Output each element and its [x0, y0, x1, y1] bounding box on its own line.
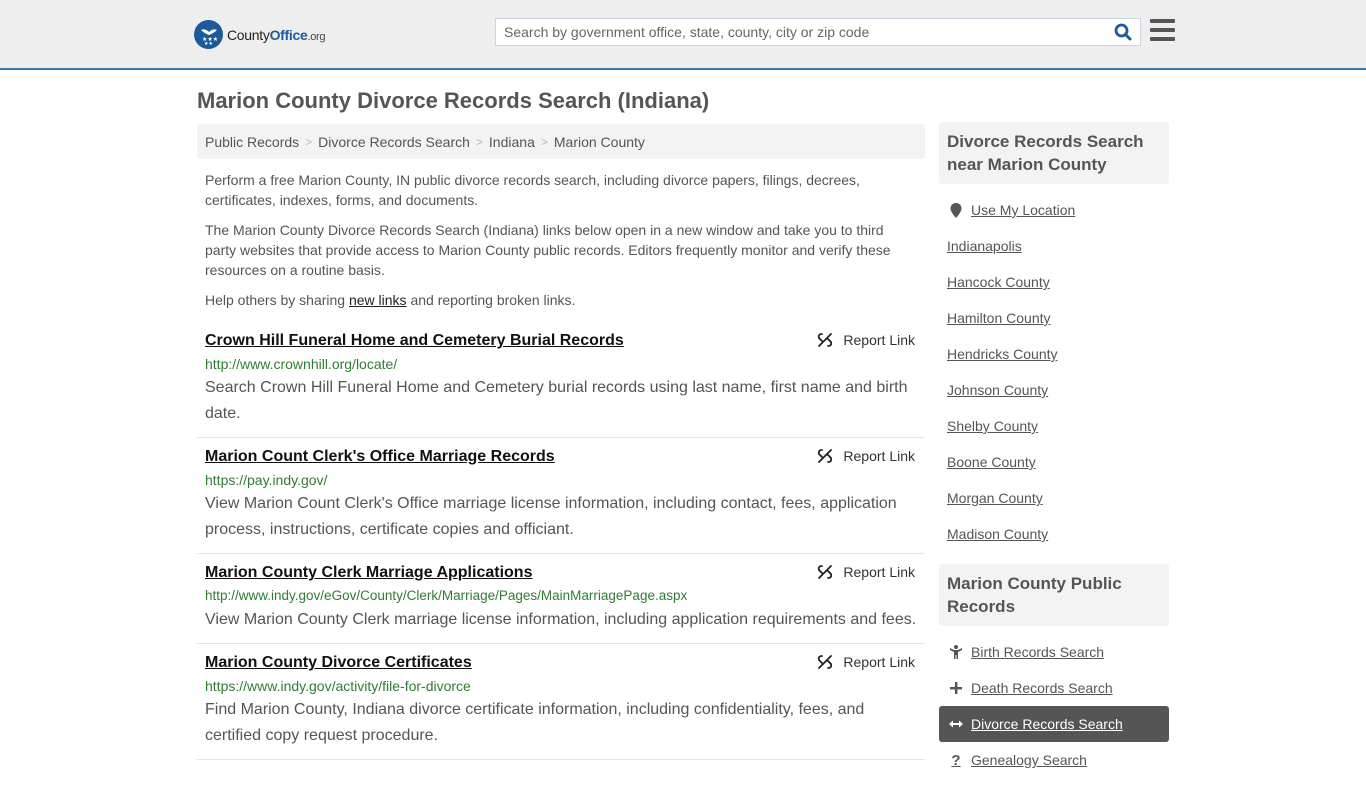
result-url[interactable]: https://www.indy.gov/activity/file-for-d… [205, 677, 917, 695]
nearby-link-johnson[interactable]: Johnson County [947, 372, 1169, 408]
intro-paragraph-3: Help others by sharing new links and rep… [205, 292, 576, 308]
nearby-link-morgan[interactable]: Morgan County [947, 480, 1169, 516]
sidebar: Divorce Records Search near Marion Count… [939, 122, 1169, 788]
breadcrumb-public-records[interactable]: Public Records [205, 134, 299, 150]
divorce-records-link[interactable]: Divorce Records Search [939, 706, 1169, 742]
result-url[interactable]: http://www.indy.gov/eGov/County/Clerk/Ma… [205, 587, 917, 605]
arrows-horizontal-icon [947, 719, 965, 729]
result-title-link[interactable]: Crown Hill Funeral Home and Cemetery Bur… [205, 332, 624, 350]
breadcrumb-marion-county[interactable]: Marion County [554, 134, 645, 150]
birth-records-link[interactable]: Birth Records Search [947, 634, 1169, 670]
intro-paragraph-1: Perform a free Marion County, IN public … [205, 172, 860, 208]
question-icon: ? [951, 751, 961, 769]
breadcrumb: Public Records > Divorce Records Search … [197, 124, 925, 159]
breadcrumb-separator: > [305, 134, 313, 149]
breadcrumb-separator: > [540, 134, 548, 149]
result-description: View Marion Count Clerk's Office marriag… [205, 495, 897, 538]
nearby-list: Use My Location Indianapolis Hancock Cou… [939, 184, 1169, 562]
broken-link-icon [818, 565, 833, 579]
result-url[interactable]: https://pay.indy.gov/ [205, 471, 917, 489]
result-item: Marion Count Clerk's Office Marriage Rec… [197, 438, 925, 554]
nearby-link-hancock[interactable]: Hancock County [947, 264, 1169, 300]
result-description: Search Crown Hill Funeral Home and Cemet… [205, 379, 908, 422]
svg-text:★★: ★★ [204, 41, 213, 46]
site-header: ★★★ ★★ CountyOffice.org [0, 0, 1366, 70]
result-item: Crown Hill Funeral Home and Cemetery Bur… [197, 326, 925, 438]
result-title-link[interactable]: Marion County Divorce Certificates [205, 654, 472, 672]
child-icon [947, 645, 965, 659]
use-my-location-link[interactable]: Use My Location [947, 192, 1169, 228]
genealogy-search-link[interactable]: ? Genealogy Search [947, 742, 1169, 778]
death-records-link[interactable]: Death Records Search [947, 670, 1169, 706]
report-link-button[interactable]: Report Link [817, 448, 915, 464]
plus-icon [947, 682, 965, 694]
new-links-link[interactable]: new links [349, 292, 407, 308]
results-list: Crown Hill Funeral Home and Cemetery Bur… [197, 326, 925, 760]
result-description: View Marion County Clerk marriage licens… [205, 611, 917, 628]
broken-link-icon [818, 655, 833, 669]
search-icon [1114, 23, 1132, 41]
search-input[interactable] [496, 19, 1106, 45]
nearby-link-indianapolis[interactable]: Indianapolis [947, 228, 1169, 264]
result-item: Marion County Clerk Marriage Application… [197, 554, 925, 644]
public-records-heading: Marion County Public Records [939, 564, 1169, 626]
site-logo[interactable]: ★★★ ★★ CountyOffice.org [194, 20, 326, 49]
nearby-link-shelby[interactable]: Shelby County [947, 408, 1169, 444]
breadcrumb-indiana[interactable]: Indiana [489, 134, 535, 150]
report-link-button[interactable]: Report Link [817, 332, 915, 348]
page-title: Marion County Divorce Records Search (In… [197, 88, 710, 113]
map-marker-icon [947, 202, 965, 218]
nearby-heading: Divorce Records Search near Marion Count… [939, 122, 1169, 184]
hamburger-menu-icon[interactable] [1150, 19, 1175, 42]
broken-link-icon [818, 333, 833, 347]
public-records-list: Birth Records Search Death Records Searc… [939, 626, 1169, 788]
result-item: Marion County Divorce Certificates Repor… [197, 644, 925, 760]
public-records-section: Marion County Public Records Birth Recor… [939, 564, 1169, 788]
eagle-stars-icon: ★★★ ★★ [194, 20, 223, 49]
nearby-link-madison[interactable]: Madison County [947, 516, 1169, 552]
nearby-link-hendricks[interactable]: Hendricks County [947, 336, 1169, 372]
intro-paragraph-2: The Marion County Divorce Records Search… [205, 222, 891, 278]
report-link-button[interactable]: Report Link [817, 564, 915, 580]
result-description: Find Marion County, Indiana divorce cert… [205, 701, 865, 744]
result-title-link[interactable]: Marion Count Clerk's Office Marriage Rec… [205, 448, 555, 466]
report-link-button[interactable]: Report Link [817, 654, 915, 670]
broken-link-icon [818, 449, 833, 463]
search-bar [495, 18, 1141, 46]
search-button[interactable] [1106, 19, 1140, 45]
nearby-link-boone[interactable]: Boone County [947, 444, 1169, 480]
intro-text: Perform a free Marion County, IN public … [205, 170, 915, 320]
logo-text: CountyOffice.org [227, 26, 326, 43]
nearby-link-hamilton[interactable]: Hamilton County [947, 300, 1169, 336]
result-url[interactable]: http://www.crownhill.org/locate/ [205, 355, 917, 373]
breadcrumb-separator: > [475, 134, 483, 149]
breadcrumb-divorce-records[interactable]: Divorce Records Search [318, 134, 470, 150]
result-title-link[interactable]: Marion County Clerk Marriage Application… [205, 564, 532, 582]
